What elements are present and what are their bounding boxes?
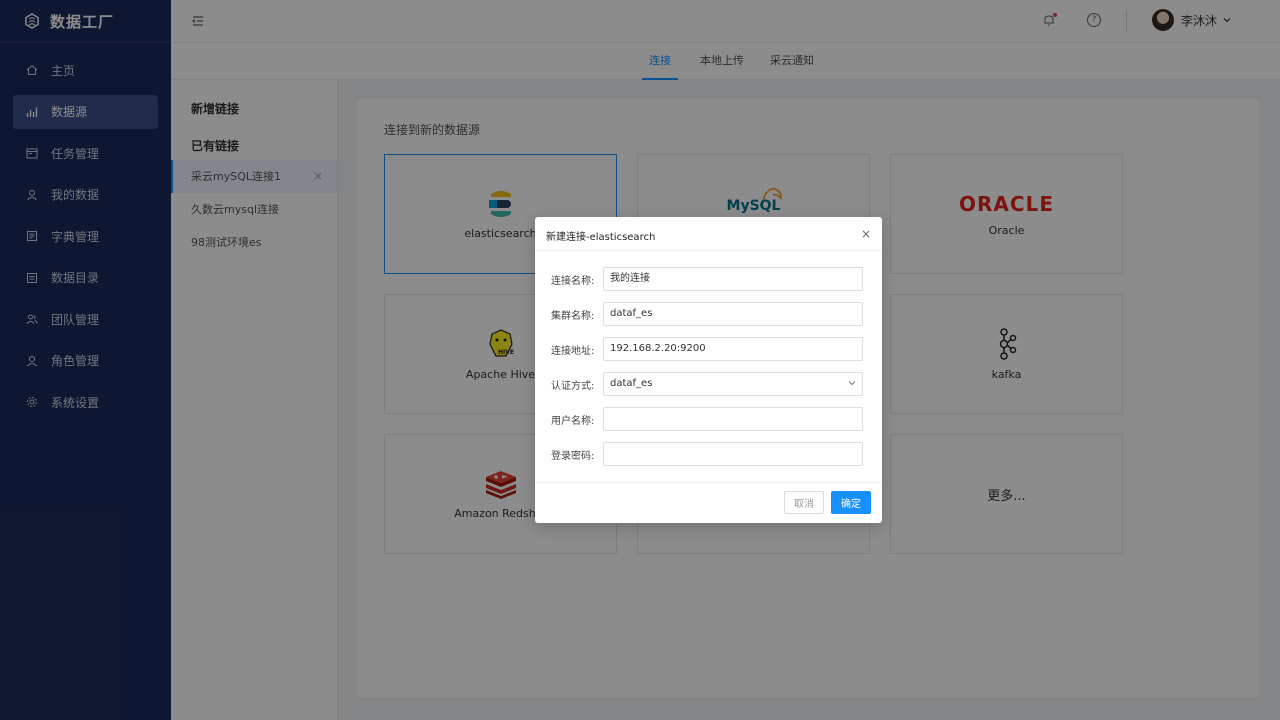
chevron-down-icon — [848, 381, 856, 386]
new-connection-dialog: 新建连接-elasticsearch × 连接名称: 我的连接 集群名称: da… — [535, 217, 882, 523]
field-label: 集群名称: — [551, 310, 595, 322]
field-label: 认证方式: — [551, 380, 595, 392]
form-row-address: 连接地址: 192.168.2.20:9200 — [551, 337, 863, 361]
auth-method-value: dataf_es — [610, 378, 653, 389]
form-row-auth-method: 认证方式: dataf_es — [551, 372, 863, 396]
auth-method-select[interactable]: dataf_es — [603, 372, 863, 396]
cancel-button[interactable]: 取消 — [784, 491, 824, 514]
cluster-name-input[interactable]: dataf_es — [603, 302, 863, 326]
confirm-button[interactable]: 确定 — [831, 491, 871, 514]
address-input[interactable]: 192.168.2.20:9200 — [603, 337, 863, 361]
dialog-title: 新建连接-elasticsearch — [546, 232, 656, 243]
field-label: 连接名称: — [551, 275, 595, 287]
connection-name-input[interactable]: 我的连接 — [603, 267, 863, 291]
form-row-connection-name: 连接名称: 我的连接 — [551, 267, 863, 291]
form-row-username: 用户名称: — [551, 407, 863, 431]
close-icon[interactable]: × — [861, 227, 871, 241]
form-row-password: 登录密码: — [551, 442, 863, 466]
username-input[interactable] — [603, 407, 863, 431]
field-label: 连接地址: — [551, 345, 595, 357]
field-label: 登录密码: — [551, 450, 595, 462]
dialog-header: 新建连接-elasticsearch × — [535, 217, 882, 251]
dialog-footer-divider — [535, 482, 882, 483]
password-input[interactable] — [603, 442, 863, 466]
field-label: 用户名称: — [551, 415, 595, 427]
form-row-cluster-name: 集群名称: dataf_es — [551, 302, 863, 326]
